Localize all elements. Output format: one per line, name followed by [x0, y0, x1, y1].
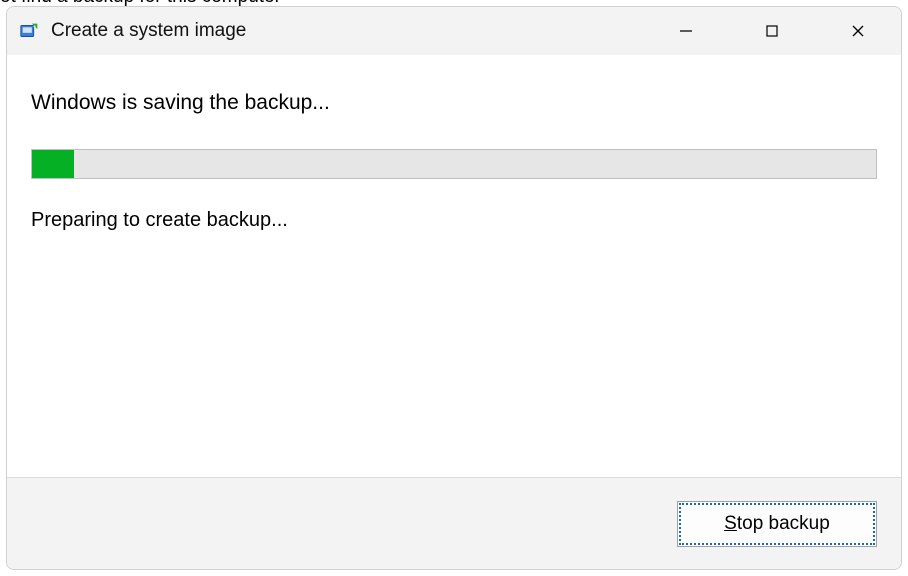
app-icon: [19, 20, 41, 42]
maximize-button[interactable]: [729, 7, 815, 55]
maximize-icon: [765, 24, 779, 38]
dialog-content: Windows is saving the backup... Preparin…: [7, 55, 901, 477]
close-button[interactable]: [815, 7, 901, 55]
stop-backup-button[interactable]: Stop backup: [677, 501, 877, 547]
heading-text: Windows is saving the backup...: [31, 91, 877, 115]
minimize-button[interactable]: [643, 7, 729, 55]
titlebar: Create a system image: [7, 7, 901, 55]
dialog-window: Create a system image Windows is saving …: [6, 6, 902, 570]
minimize-icon: [679, 24, 693, 38]
close-icon: [851, 24, 865, 38]
status-text: Preparing to create backup...: [31, 209, 877, 232]
progress-bar-fill: [32, 150, 74, 178]
progress-bar: [31, 149, 877, 179]
window-title: Create a system image: [51, 20, 643, 42]
stop-backup-label-rest: top backup: [737, 513, 830, 534]
stop-backup-accelerator: S: [724, 513, 737, 534]
window-controls: [643, 7, 901, 55]
dialog-footer: Stop backup: [7, 477, 901, 569]
